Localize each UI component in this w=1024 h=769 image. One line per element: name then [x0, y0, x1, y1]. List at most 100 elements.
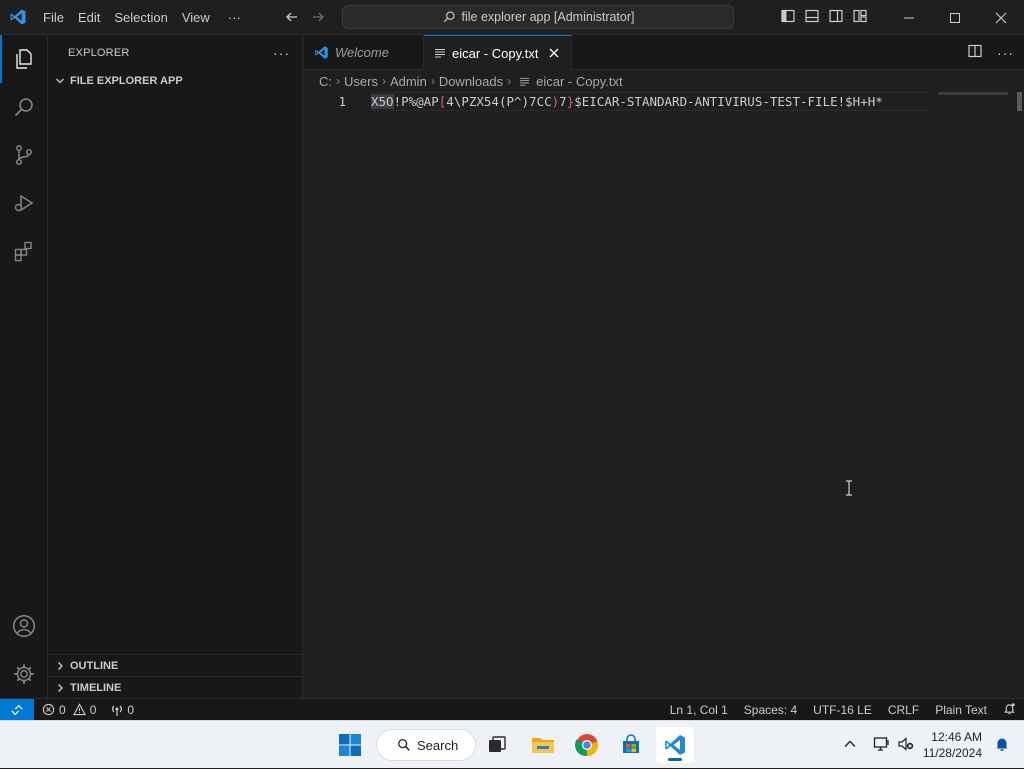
- menu-edit[interactable]: Edit: [71, 0, 107, 35]
- menu-file[interactable]: File: [36, 0, 71, 35]
- end-of-line[interactable]: CRLF: [888, 703, 919, 717]
- explorer-more-actions-icon[interactable]: ···: [273, 45, 290, 61]
- title-bar: File Edit Selection View ··· file explor…: [0, 0, 1024, 35]
- minimize-button[interactable]: [886, 0, 932, 35]
- line-number: 1: [338, 94, 346, 109]
- clock-time: 12:46 AM: [931, 730, 982, 744]
- command-center[interactable]: file explorer app [Administrator]: [342, 5, 734, 29]
- breadcrumb-item[interactable]: Downloads: [439, 74, 503, 89]
- chevron-right-icon: ›: [430, 74, 435, 88]
- ports-indicator[interactable]: 0: [110, 703, 134, 717]
- chevron-down-icon: [56, 78, 64, 84]
- indentation[interactable]: Spaces: 4: [744, 703, 797, 717]
- clock[interactable]: 12:46 AM 11/28/2024: [923, 729, 982, 761]
- cursor-position[interactable]: Ln 1, Col 1: [670, 703, 728, 717]
- file-encoding[interactable]: UTF-16 LE: [813, 703, 872, 717]
- taskbar-search-label: Search: [417, 737, 459, 753]
- chevron-right-icon: [58, 661, 63, 670]
- warning-count: 0: [89, 702, 97, 717]
- code-text[interactable]: X5O!P%@AP[4\PZX54(P^)7CC)7}$EICAR-STANDA…: [371, 94, 883, 109]
- chevron-right-icon: [58, 683, 63, 692]
- microsoft-store-icon[interactable]: [612, 727, 650, 763]
- chrome-icon[interactable]: [568, 727, 606, 763]
- close-window-button[interactable]: [978, 0, 1024, 35]
- tab-eicar-copy[interactable]: eicar - Copy.txt: [424, 35, 572, 70]
- volume-muted-icon[interactable]: [897, 736, 915, 755]
- breadcrumb-item[interactable]: eicar - Copy.txt: [536, 74, 622, 89]
- vscode-logo-icon: [0, 0, 36, 35]
- search-icon[interactable]: [0, 83, 48, 131]
- selected-text: X5O: [371, 94, 394, 109]
- remote-indicator-button[interactable]: [0, 698, 34, 721]
- warning-icon: [72, 703, 86, 716]
- menu-more[interactable]: ···: [221, 0, 248, 35]
- code-segment: $EICAR-STANDARD-ANTIVIRUS-TEST-FILE!$H+H…: [574, 94, 883, 109]
- vscode-taskbar-icon[interactable]: [656, 727, 694, 763]
- search-icon: [443, 11, 455, 23]
- toggle-secondary-sidebar-icon[interactable]: [828, 8, 844, 27]
- menu-selection[interactable]: Selection: [107, 0, 174, 35]
- text-file-icon: [520, 77, 530, 86]
- text-cursor-icon: [844, 480, 854, 499]
- windows-start-icon[interactable]: [331, 727, 369, 763]
- close-tab-icon[interactable]: [548, 47, 560, 59]
- back-arrow-icon[interactable]: [284, 9, 300, 25]
- activity-bar: [0, 35, 48, 698]
- folder-name: FILE EXPLORER APP: [70, 75, 183, 87]
- problems-indicator[interactable]: 0 0: [42, 703, 96, 717]
- explorer-sidebar: EXPLORER ··· FILE EXPLORER APP OUTLINE T…: [48, 35, 303, 698]
- minimap[interactable]: [938, 92, 1008, 95]
- folder-section-header[interactable]: FILE EXPLORER APP: [48, 70, 302, 92]
- taskbar-search[interactable]: Search: [376, 729, 476, 761]
- clock-date: 11/28/2024: [922, 746, 982, 760]
- code-line[interactable]: 1 X5O!P%@AP[4\PZX54(P^)7CC)7}$EICAR-STAN…: [304, 92, 1004, 111]
- maximize-button[interactable]: [932, 0, 978, 35]
- command-center-label: file explorer app [Administrator]: [461, 10, 635, 24]
- run-debug-icon[interactable]: [0, 179, 48, 227]
- text-file-icon: [435, 49, 445, 58]
- breadcrumb-item[interactable]: Users: [344, 74, 378, 89]
- ports-count: 0: [127, 702, 135, 717]
- language-mode[interactable]: Plain Text: [935, 703, 987, 717]
- file-explorer-icon[interactable]: [524, 727, 562, 763]
- broadcast-icon: [112, 705, 123, 716]
- editor-area: Welcome eicar - Copy.txt ··· C: › Users …: [304, 35, 1024, 698]
- chevron-right-icon: ›: [381, 74, 386, 88]
- breadcrumb: C: › Users › Admin › Downloads › eicar -…: [304, 70, 1024, 92]
- toggle-panel-icon[interactable]: [804, 8, 820, 27]
- code-segment: 4\PZX54(P^)7CC: [446, 94, 552, 109]
- customize-layout-icon[interactable]: [852, 8, 868, 27]
- timeline-section-header[interactable]: TIMELINE: [48, 676, 302, 698]
- chevron-right-icon: ›: [336, 74, 340, 88]
- editor-tabs: Welcome eicar - Copy.txt ···: [304, 35, 1024, 70]
- error-icon: [42, 703, 55, 716]
- breadcrumb-item[interactable]: Admin: [390, 74, 427, 89]
- active-app-indicator: [668, 758, 682, 761]
- search-icon: [398, 739, 410, 751]
- notification-bell-icon[interactable]: [994, 736, 1010, 755]
- error-count: 0: [59, 702, 66, 717]
- extensions-icon[interactable]: [0, 227, 48, 275]
- forward-arrow-icon[interactable]: [310, 9, 326, 25]
- outline-label: OUTLINE: [70, 659, 119, 672]
- explorer-icon[interactable]: [0, 35, 48, 83]
- toggle-primary-sidebar-icon[interactable]: [780, 8, 796, 27]
- vscode-logo-icon: [315, 45, 328, 59]
- tab-welcome-label: Welcome: [335, 44, 389, 60]
- tab-eicar-copy-label: eicar - Copy.txt: [452, 45, 539, 61]
- source-control-icon[interactable]: [0, 131, 48, 179]
- tab-welcome[interactable]: Welcome: [304, 35, 424, 69]
- manage-gear-icon[interactable]: [0, 650, 48, 698]
- editor-more-actions-icon[interactable]: ···: [997, 45, 1014, 61]
- breadcrumb-item[interactable]: C:: [319, 74, 332, 89]
- outline-section-header[interactable]: OUTLINE: [48, 654, 302, 676]
- chevron-up-icon[interactable]: [843, 737, 857, 754]
- display-icon[interactable]: [873, 736, 891, 755]
- notifications-bell-icon[interactable]: [1003, 702, 1016, 718]
- split-editor-icon[interactable]: [967, 43, 983, 62]
- scrollbar-thumb[interactable]: [1017, 92, 1022, 111]
- task-view-icon[interactable]: [478, 727, 516, 763]
- system-tray: 12:46 AM 11/28/2024: [843, 721, 1024, 769]
- accounts-icon[interactable]: [0, 602, 48, 650]
- menu-view[interactable]: View: [175, 0, 217, 35]
